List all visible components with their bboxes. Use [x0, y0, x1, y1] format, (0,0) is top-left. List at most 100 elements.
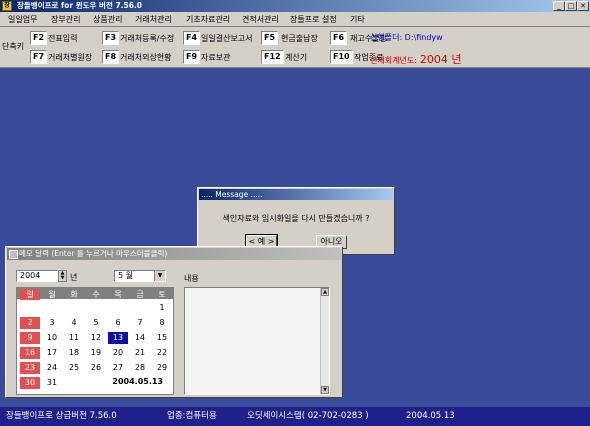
- weekday-header: 금: [136, 290, 144, 299]
- weekday-header: 일: [20, 289, 40, 300]
- weekday-header: 목: [114, 290, 122, 299]
- f8-label: 거래처외상현황: [120, 53, 172, 62]
- fiscal-year-display: 현재회계년도: 2004 년: [370, 51, 461, 67]
- maximize-button[interactable]: □: [565, 1, 577, 11]
- f7-key: F7: [30, 50, 48, 64]
- minimize-button[interactable]: _: [553, 1, 565, 11]
- f9-key: F9: [183, 50, 201, 64]
- f12-key: F12: [261, 50, 284, 64]
- memo-calendar-panel: 메모 달력 (Enter 를 누르거나 마우스더블클릭) 2004 ▲ ▼ 년 5…: [5, 246, 343, 398]
- f2-key: F2: [30, 31, 48, 45]
- f10-key: F10: [330, 50, 353, 64]
- status-date: 2004.05.13: [406, 411, 455, 421]
- calendar-day[interactable]: 4: [64, 317, 84, 329]
- year-suffix: 년: [70, 273, 78, 282]
- calendar-day[interactable]: 27: [108, 362, 128, 374]
- f7-label: 거래처별원장: [48, 53, 93, 62]
- calendar-day[interactable]: 5: [86, 317, 106, 329]
- memo-content-textarea[interactable]: ▲ ▼: [184, 287, 330, 395]
- calendar-day[interactable]: 6: [108, 317, 128, 329]
- calendar-day[interactable]: 8: [152, 317, 172, 329]
- f4-key: F4: [183, 31, 201, 45]
- calendar-day[interactable]: 2: [20, 317, 40, 329]
- calendar-day[interactable]: 3: [42, 317, 62, 329]
- scroll-down-icon[interactable]: ▼: [321, 386, 329, 394]
- calendar-day[interactable]: 25: [64, 362, 84, 374]
- calendar-day[interactable]: 22: [152, 347, 172, 359]
- calendar-day[interactable]: 16: [20, 347, 40, 359]
- dialog-message: 색인자료와 임시화일을 다시 만들겠습니까 ?: [222, 214, 370, 223]
- calendar-weekday-header: 일월 화 수 목 금 토: [17, 288, 173, 300]
- month-value: 5 월: [118, 271, 133, 280]
- calendar-day[interactable]: 10: [42, 332, 62, 344]
- calendar-day[interactable]: 29: [152, 362, 172, 374]
- window-title: 장들뱅이프로 for 윈도우 버전 7.56.0: [17, 1, 143, 10]
- f9-label: 자료보관: [201, 53, 231, 62]
- calendar-day[interactable]: 23: [20, 362, 40, 374]
- memo-title: 메모 달력 (Enter 를 누르거나 마우스더블클릭): [19, 249, 168, 258]
- content-scrollbar[interactable]: ▲ ▼: [320, 288, 329, 394]
- calendar-grid: 일월화수목금토 1 2 3 4 5 6 7 8 9 10 11 12 13 14 15 16 17 18 19 20 2…: [16, 287, 174, 395]
- weekday-header: 토: [158, 290, 166, 299]
- calendar-day[interactable]: 9: [20, 332, 40, 344]
- calendar-day[interactable]: 15: [152, 332, 172, 344]
- f6-key: F6: [330, 31, 348, 45]
- status-company: 오딧세이시스템( 02-702-0283 ): [247, 411, 369, 421]
- menu-daily-work[interactable]: 일일업무: [8, 14, 37, 25]
- dialog-title: ..... Message .....: [199, 189, 393, 200]
- calendar-day[interactable]: 12: [86, 332, 106, 344]
- f5-label: 현금출납장: [281, 34, 318, 43]
- shortcut-label: 단축키: [2, 42, 25, 51]
- menu-other[interactable]: 기타: [350, 14, 365, 25]
- chevron-down-icon[interactable]: ▼: [154, 271, 165, 281]
- calendar-day[interactable]: 30: [20, 377, 40, 389]
- calendar-day[interactable]: 17: [42, 347, 62, 359]
- menu-products[interactable]: 상품관리: [93, 14, 122, 25]
- menu-base-data[interactable]: 기초자료관리: [186, 14, 230, 25]
- f2-label: 전표입력: [48, 34, 78, 43]
- calendar-day-selected[interactable]: 13: [108, 332, 128, 344]
- status-bar: 장들뱅이프로 상급버전 7.56.0 업종:컴퓨터용 오딧세이시스템( 02-7…: [0, 407, 590, 426]
- f3-label: 거래처등록/수정: [120, 34, 175, 43]
- f12-label: 계산기: [285, 53, 308, 62]
- shortcut-toolbar: 단축키 F2 전표입력 F3 거래처등록/수정 F4 일일결산보고서 F5 현금…: [0, 27, 590, 68]
- exec-folder-path: 실행폴더: D:\findyw: [370, 33, 443, 42]
- memo-title-bar: 메모 달력 (Enter 를 누르거나 마우스더블클릭): [7, 248, 341, 260]
- calendar-selected-date: 2004.05.13: [112, 377, 163, 386]
- fiscal-year-label: 현재회계년도:: [370, 56, 417, 65]
- calendar-day[interactable]: 26: [86, 362, 106, 374]
- year-spinner[interactable]: ▲ ▼: [58, 270, 67, 282]
- calendar-day[interactable]: 18: [64, 347, 84, 359]
- f8-key: F8: [102, 50, 120, 64]
- calendar-day[interactable]: 21: [130, 347, 150, 359]
- menu-estimates[interactable]: 견적서관리: [242, 14, 279, 25]
- menu-settings[interactable]: 장들프로 설정: [290, 14, 337, 25]
- close-button[interactable]: ✕: [577, 1, 589, 11]
- calendar-day[interactable]: 31: [42, 377, 62, 389]
- calendar-day[interactable]: 19: [86, 347, 106, 359]
- menu-clients[interactable]: 거래처관리: [135, 14, 172, 25]
- calendar-day[interactable]: 24: [42, 362, 62, 374]
- scroll-up-icon[interactable]: ▲: [321, 288, 329, 296]
- window-title-bar: 장 장들뱅이프로 for 윈도우 버전 7.56.0 _ □ ✕: [0, 0, 590, 12]
- month-select[interactable]: 5 월 ▼: [114, 270, 166, 282]
- calendar-day[interactable]: 7: [130, 317, 150, 329]
- memo-window-icon: [9, 250, 18, 259]
- calendar-day[interactable]: 11: [64, 332, 84, 344]
- year-input[interactable]: 2004: [16, 270, 58, 282]
- calendar-day[interactable]: 20: [108, 347, 128, 359]
- message-dialog: ..... Message ..... 색인자료와 임시화일을 다시 만들겠습니…: [197, 187, 395, 258]
- content-label: 내용: [184, 274, 199, 283]
- app-icon: 장: [2, 1, 12, 11]
- f5-key: F5: [261, 31, 279, 45]
- calendar-day[interactable]: 28: [130, 362, 150, 374]
- calendar-day[interactable]: 14: [130, 332, 150, 344]
- menu-ledger[interactable]: 장부관리: [51, 14, 80, 25]
- calendar-day[interactable]: 1: [152, 302, 172, 314]
- status-business-type: 업종:컴퓨터용: [167, 411, 217, 421]
- weekday-header: 월: [48, 290, 56, 299]
- weekday-header: 화: [70, 290, 78, 299]
- status-program-version: 장들뱅이프로 상급버전 7.56.0: [6, 411, 117, 421]
- menu-bar: 일일업무 장부관리 상품관리 거래처관리 기초자료관리 견적서관리 장들프로 설…: [0, 12, 590, 27]
- weekday-header: 수: [92, 290, 100, 299]
